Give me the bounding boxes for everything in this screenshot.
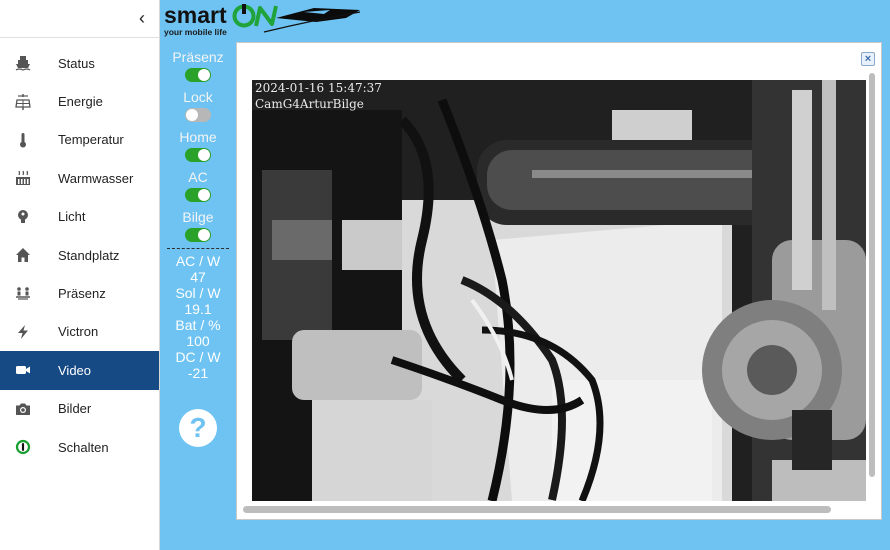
toggle-knob xyxy=(186,109,198,121)
sidebar-item-victron[interactable]: Victron xyxy=(0,313,159,351)
presence-icon xyxy=(15,286,31,302)
sidebar-item-label: Präsenz xyxy=(58,286,106,302)
toggle-knob xyxy=(198,189,210,201)
toggle-group-home: Home xyxy=(163,128,233,162)
video-camera-name: CamG4ArturBilge xyxy=(255,97,364,111)
toggle-knob xyxy=(198,69,210,81)
metric-label: Bat / % xyxy=(175,317,221,333)
metric-label: AC / W xyxy=(175,253,221,269)
help-button[interactable]: ? xyxy=(179,409,217,447)
sidebar-item-label: Victron xyxy=(58,324,99,340)
sidebar-item-status[interactable]: Status xyxy=(0,44,159,82)
metric-value: 19.1 xyxy=(184,301,212,317)
video-stream[interactable]: 2024-01-16 15:47:37 CamG4ArturBilge xyxy=(252,80,866,501)
video-image xyxy=(252,80,866,501)
metric-label: DC / W xyxy=(175,349,221,365)
metric-label: Sol / W xyxy=(175,285,221,301)
sidebar-item-bilder[interactable]: Bilder xyxy=(0,390,159,428)
sidebar-item-video[interactable]: Video xyxy=(0,351,159,390)
sidebar-nav: Status Energie Temperatur Warmwasser Lic… xyxy=(0,44,159,466)
sidebar: ‹ Status Energie Temperatur Warmwasser L… xyxy=(0,0,160,550)
logo-graphic: smart your mobile life xyxy=(164,2,361,37)
toggle-group-praesenz: Präsenz xyxy=(163,48,233,82)
sidebar-item-label: Schalten xyxy=(58,439,109,455)
toggle-group-ac: AC xyxy=(163,168,233,202)
ship-icon xyxy=(15,55,31,71)
video-panel: × 2024-01-16 15:47:37 CamG4ArturBilge xyxy=(236,42,882,520)
lightbulb-icon xyxy=(15,209,31,225)
sidebar-item-standplatz[interactable]: Standplatz xyxy=(0,236,159,274)
sidebar-item-temperatur[interactable]: Temperatur xyxy=(0,121,159,159)
svg-text:your mobile life: your mobile life xyxy=(164,27,227,37)
heater-icon xyxy=(15,170,31,186)
toggle-label: Präsenz xyxy=(172,49,224,65)
sidebar-header: ‹ xyxy=(0,0,159,38)
sidebar-item-licht[interactable]: Licht xyxy=(0,198,159,236)
bilge-toggle[interactable] xyxy=(185,228,211,242)
sidebar-item-label: Standplatz xyxy=(58,247,120,263)
toggle-knob xyxy=(198,149,210,161)
sidebar-item-praesenz[interactable]: Präsenz xyxy=(0,274,159,312)
close-button[interactable]: × xyxy=(861,52,875,66)
divider xyxy=(167,248,229,249)
lock-toggle[interactable] xyxy=(185,108,211,122)
vertical-scrollbar[interactable] xyxy=(869,73,875,477)
horizontal-scrollbar[interactable] xyxy=(243,506,831,513)
sidebar-item-label: Energie xyxy=(58,94,103,110)
home-icon xyxy=(15,247,31,263)
sidebar-item-label: Warmwasser xyxy=(58,170,134,186)
lightning-icon xyxy=(15,324,31,340)
sidebar-item-label: Bilder xyxy=(58,401,92,417)
sidebar-item-label: Video xyxy=(58,362,92,378)
metric-value: 100 xyxy=(186,333,210,349)
video-camera-icon xyxy=(15,362,31,378)
toggle-knob xyxy=(198,229,210,241)
home-toggle[interactable] xyxy=(185,148,211,162)
sidebar-item-warmwasser[interactable]: Warmwasser xyxy=(0,159,159,197)
power-switch-icon xyxy=(15,439,31,455)
video-timestamp: 2024-01-16 15:47:37 xyxy=(255,81,382,95)
toggle-label: Lock xyxy=(183,89,213,105)
status-panel: Präsenz Lock Home AC Bilge AC / W 47 Sol… xyxy=(163,48,233,447)
sidebar-item-energie[interactable]: Energie xyxy=(0,82,159,120)
sidebar-item-label: Status xyxy=(58,55,95,71)
sidebar-item-schalten[interactable]: Schalten xyxy=(0,428,159,466)
metric-value: 47 xyxy=(190,269,206,285)
toggle-label: AC xyxy=(188,169,208,185)
praesenz-toggle[interactable] xyxy=(185,68,211,82)
app-logo: smart your mobile life xyxy=(164,2,364,38)
metric-value: -21 xyxy=(187,365,209,381)
toggle-group-lock: Lock xyxy=(163,88,233,122)
ac-toggle[interactable] xyxy=(185,188,211,202)
toggle-label: Home xyxy=(179,129,217,145)
sidebar-item-label: Licht xyxy=(58,209,86,225)
toggle-group-bilge: Bilge xyxy=(163,208,233,242)
photo-camera-icon xyxy=(15,401,31,417)
solar-panel-icon xyxy=(15,93,31,110)
thermometer-icon xyxy=(15,132,31,148)
svg-text:smart: smart xyxy=(164,2,227,28)
collapse-sidebar-button[interactable]: ‹ xyxy=(139,8,145,28)
sidebar-item-label: Temperatur xyxy=(58,132,124,148)
toggle-label: Bilge xyxy=(182,209,214,225)
